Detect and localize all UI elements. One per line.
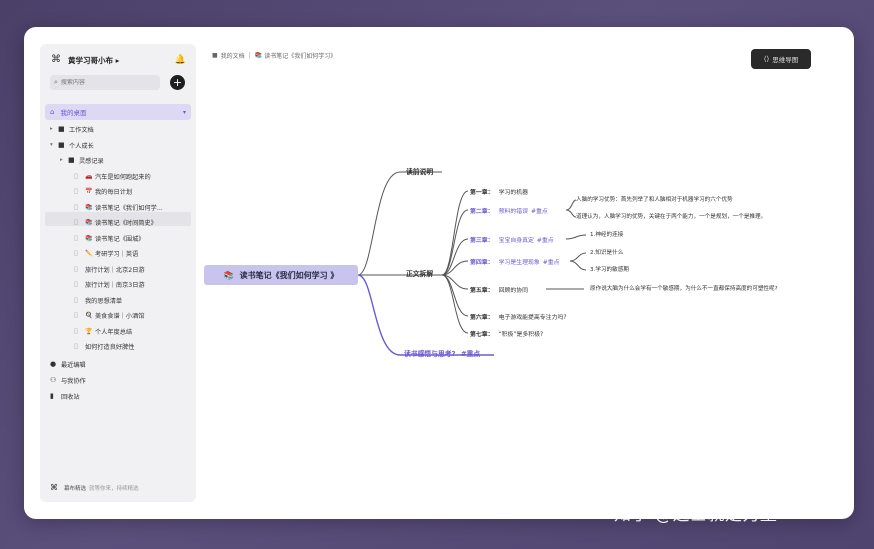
connector-ch3-leaves xyxy=(565,234,587,240)
books-icon: 📚 xyxy=(223,270,234,280)
chapter-title: 学习是生理现象 xyxy=(498,260,540,266)
connector-main-to-ch2 xyxy=(441,209,469,276)
mindmap-connectors xyxy=(357,171,587,356)
connector-main-to-ch3 xyxy=(441,238,469,276)
branch-label: 正文拆解 xyxy=(406,270,434,278)
chapter-number: 第二章： xyxy=(470,209,494,215)
mindmap-root-node[interactable]: 📚 读书笔记《我们如何学习 》 xyxy=(204,265,358,285)
connector-ch2-leaves xyxy=(565,199,577,218)
chapter-number: 第一章： xyxy=(470,190,494,196)
branch-pre-read[interactable]: 读前说明 xyxy=(406,166,433,176)
chapter-6[interactable]: 第六章： 电子游戏能提高专注力吗? xyxy=(470,312,567,321)
chapter-7[interactable]: 第七章： “积极”是多积极? xyxy=(470,329,543,338)
connector-main-to-ch7 xyxy=(441,274,469,334)
chapter-number: 第三章： xyxy=(470,238,494,244)
chapter-title: 宝宝自身真定 xyxy=(498,238,534,244)
chapter-5[interactable]: 第五章： 回顾的协同 xyxy=(470,285,528,294)
chapter-title: 电子游戏能提高专注力吗? xyxy=(498,315,567,321)
chapter-number: 第六章： xyxy=(470,315,494,321)
connector-ch4-leaves xyxy=(569,252,587,271)
leaf-node[interactable]: 1.神经的连接 xyxy=(590,231,623,239)
branch-main-text[interactable]: 正文拆解 xyxy=(406,268,433,278)
leaf-node[interactable]: 道理认为，人脑学习的优势，关键在于两个能力，一个是规划，一个是推理。 xyxy=(576,213,766,221)
chapter-tag: #重点 xyxy=(536,238,554,244)
chapter-number: 第七章： xyxy=(470,332,494,338)
chapter-2[interactable]: 第二章： 预料的错误 #重点 xyxy=(470,206,548,215)
chapter-tag: #重点 xyxy=(542,260,560,266)
branch-thoughts[interactable]: 读书感悟与思考? #重点 xyxy=(404,348,480,358)
chapter-title: 预料的错误 xyxy=(498,209,529,215)
root-node-label: 读书笔记《我们如何学习 》 xyxy=(239,270,339,280)
chapter-number: 第四章： xyxy=(470,260,494,266)
leaf-node[interactable]: 原作说大脑为什么会学有一个敏感期，为什么不一直都保持高度的可塑性呢? xyxy=(590,285,816,293)
chapter-tag: #重点 xyxy=(531,209,548,215)
connector-root-to-pre xyxy=(357,171,442,276)
app-window: ⌘ 黄学习哥小布 ▸ 🔔 ⌕ + ⌂ 我的桌面 ▾ ▸ ■ 工作文档 ▾ ■ 个… xyxy=(24,27,854,519)
branch-label: 读前说明 xyxy=(406,168,434,176)
chapter-title: 回顾的协同 xyxy=(498,288,529,294)
chapter-3[interactable]: 第三章： 宝宝自身真定 #重点 xyxy=(470,235,554,244)
chapter-4[interactable]: 第四章： 学习是生理现象 #重点 xyxy=(470,257,560,266)
branch-tag: #重点 xyxy=(460,350,481,358)
watermark: 知乎 @芝士就是力量 xyxy=(614,505,778,525)
leaf-node[interactable]: 3.学习的敏感期 xyxy=(590,266,629,274)
chapter-number: 第五章： xyxy=(470,288,494,294)
chapter-1[interactable]: 第一章： 学习的机器 xyxy=(470,187,528,196)
branch-label: 读书感悟与思考? xyxy=(404,350,456,358)
chapter-title: “积极”是多积极? xyxy=(498,332,544,338)
chapter-title: 学习的机器 xyxy=(498,190,529,196)
leaf-node[interactable]: 2.知识是什么 xyxy=(590,249,623,257)
connector-main-to-ch6 xyxy=(441,274,469,317)
leaf-node[interactable]: 人脑的学习优势：首先列举了和人脑相对于机器学习的六个优势 xyxy=(576,196,733,204)
connector-main-to-ch1 xyxy=(441,190,469,276)
